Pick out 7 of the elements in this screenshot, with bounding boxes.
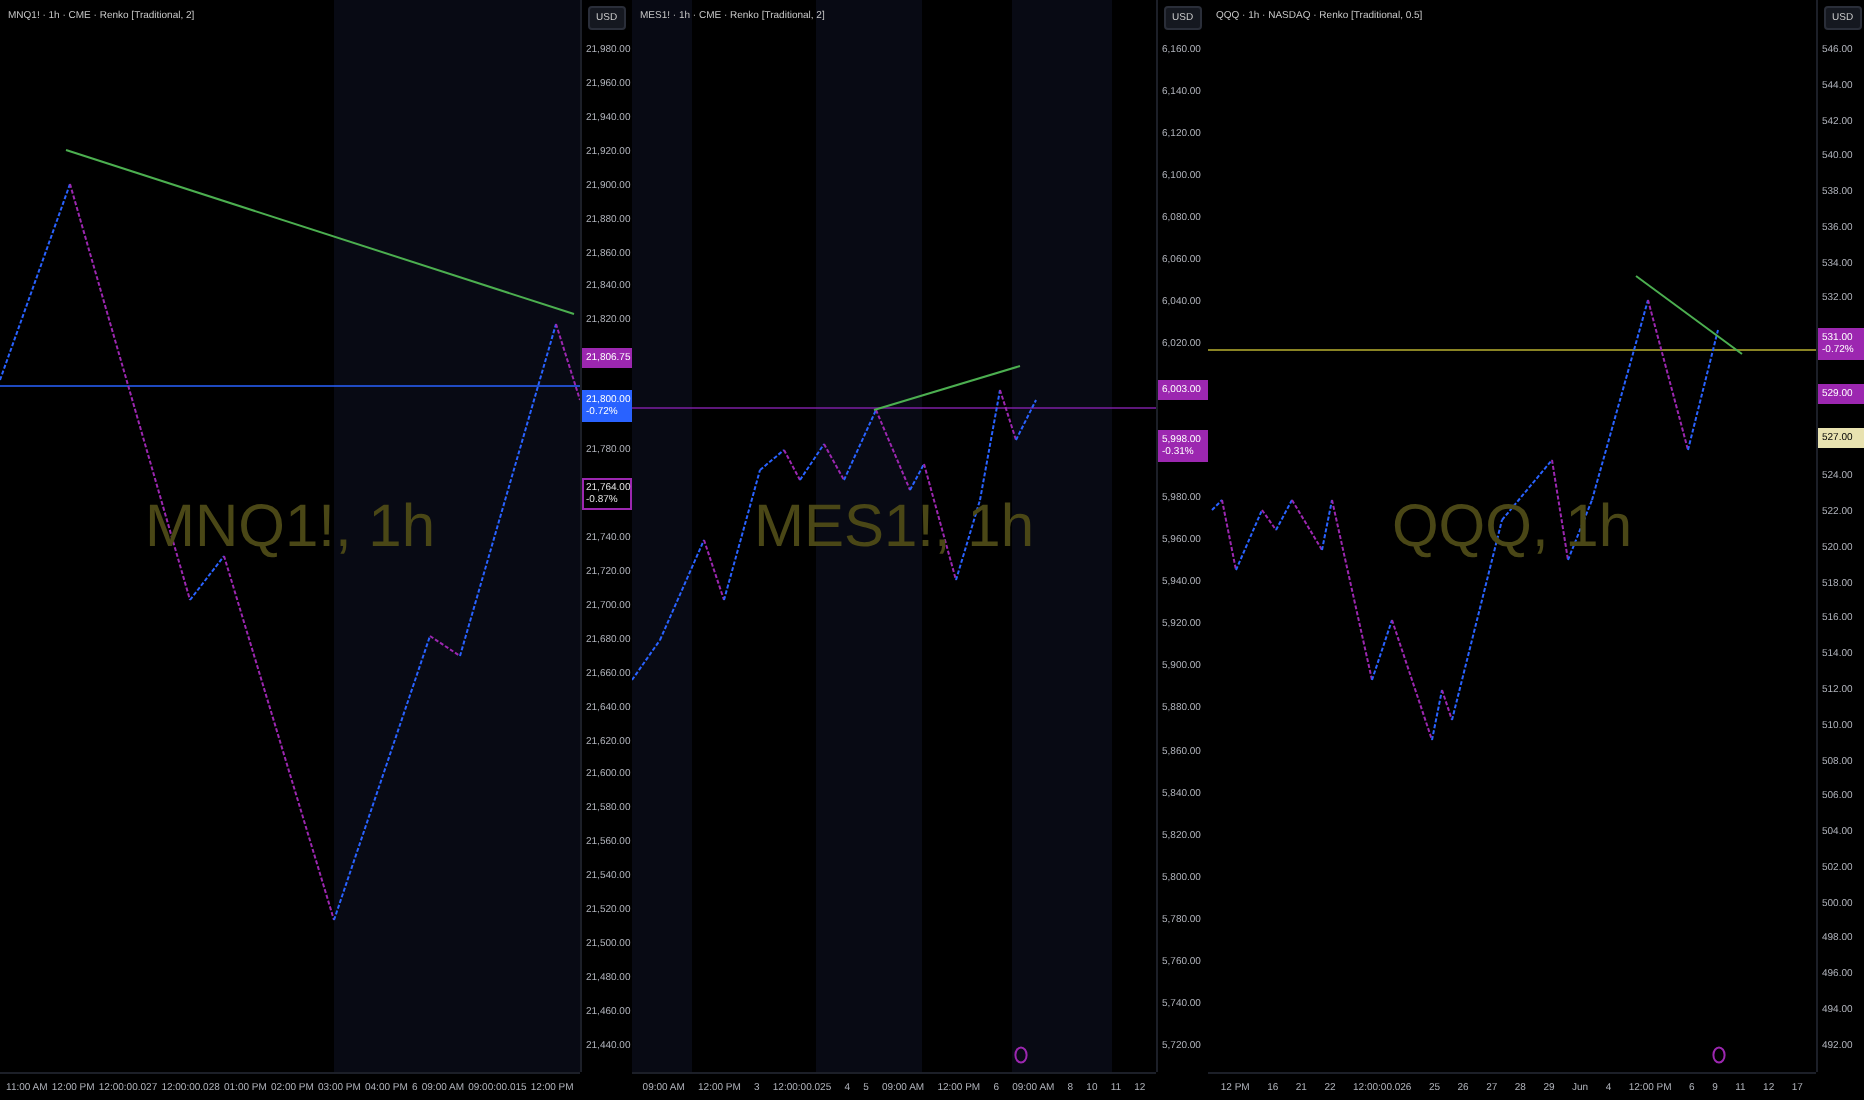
symbol-watermark: MES1!, 1h xyxy=(751,493,1037,562)
event-icon[interactable] xyxy=(1712,1046,1727,1064)
event-icon[interactable] xyxy=(1014,1046,1029,1064)
symbol-watermark: QQQ, 1h xyxy=(1389,493,1635,562)
trend-line xyxy=(1635,275,1743,355)
price-axis[interactable] xyxy=(1816,0,1864,1072)
symbol-watermark: MNQ1!, 1h xyxy=(142,493,438,562)
